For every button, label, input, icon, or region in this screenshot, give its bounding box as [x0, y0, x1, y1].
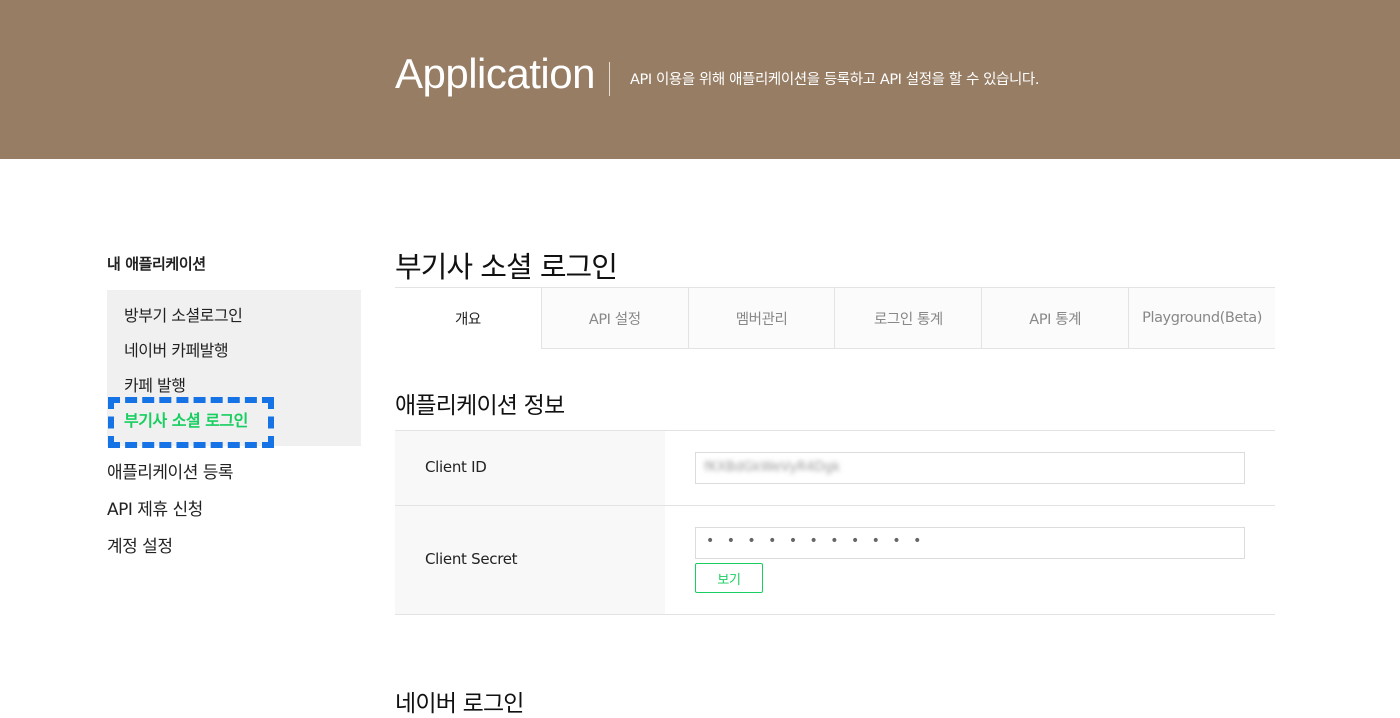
tab-member-management[interactable]: 멤버관리 — [687, 288, 835, 349]
app-info-table: Client ID fKXBdGkWeVyR4Dgk Client Secret… — [395, 430, 1275, 615]
page-header: Application API 이용을 위해 애플리케이션을 등록하고 API … — [0, 0, 1400, 159]
sidebar-link-api-partnership[interactable]: API 제휴 신청 — [107, 495, 203, 520]
section-title-app-info: 애플리케이션 정보 — [395, 393, 565, 419]
tab-api-stats[interactable]: API 통계 — [981, 288, 1129, 349]
sidebar-app-item-active[interactable]: 부기사 소셜 로그인 — [124, 407, 248, 431]
sidebar-link-account-settings[interactable]: 계정 설정 — [107, 532, 173, 557]
header-description: API 이용을 위해 애플리케이션을 등록하고 API 설정을 할 수 있습니다… — [630, 72, 1040, 88]
client-id-label: Client ID — [425, 458, 487, 476]
page-title: 부기사 소셜 로그인 — [395, 250, 618, 284]
client-id-row: Client ID fKXBdGkWeVyR4Dgk — [395, 431, 1275, 506]
header-divider — [609, 62, 610, 96]
client-secret-label: Client Secret — [425, 550, 518, 568]
tab-playground[interactable]: Playground(Beta) — [1128, 288, 1275, 349]
section-title-naver-login: 네이버 로그인 — [395, 691, 524, 717]
client-id-field[interactable]: fKXBdGkWeVyR4Dgk — [695, 452, 1245, 484]
tab-overview[interactable]: 개요 — [395, 288, 541, 349]
sidebar-heading: 내 애플리케이션 — [107, 255, 206, 273]
tab-api-settings[interactable]: API 설정 — [540, 288, 688, 349]
tab-bar: 개요 API 설정 멤버관리 로그인 통계 API 통계 Playground(… — [395, 287, 1275, 349]
header-title: Application — [395, 50, 595, 97]
show-secret-button[interactable]: 보기 — [695, 563, 763, 593]
client-secret-row: Client Secret • • • • • • • • • • • 보기 — [395, 506, 1275, 615]
client-id-value: fKXBdGkWeVyR4Dgk — [704, 460, 841, 475]
sidebar-app-item[interactable]: 네이버 카페발행 — [124, 337, 229, 361]
client-secret-masked-value: • • • • • • • • • • • — [706, 533, 926, 549]
sidebar-app-item[interactable]: 카페 발행 — [124, 372, 186, 396]
client-secret-field[interactable]: • • • • • • • • • • • — [695, 527, 1245, 559]
sidebar-link-register-app[interactable]: 애플리케이션 등록 — [107, 458, 234, 483]
sidebar-app-item[interactable]: 방부기 소셜로그인 — [124, 302, 243, 326]
tab-login-stats[interactable]: 로그인 통계 — [834, 288, 982, 349]
